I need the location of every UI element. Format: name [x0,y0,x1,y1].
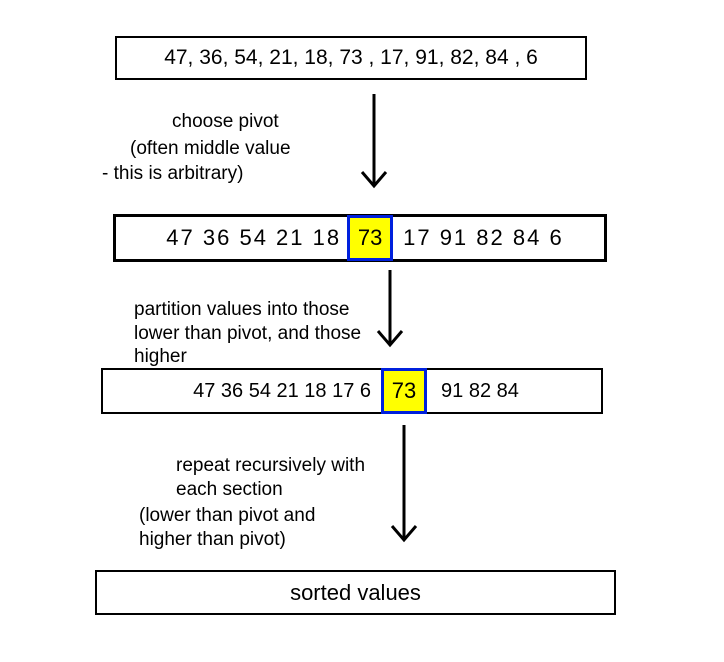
step1-label-line1: choose pivot [172,110,279,134]
pivot-array-left: 47 36 54 21 18 [156,225,341,251]
step2-label-text: partition values into those lower than p… [134,299,361,368]
initial-array-box: 47, 36, 54, 21, 18, 73 , 17, 91, 82, 84 … [115,36,587,80]
arrow1-icon [354,86,394,206]
pivot-cell: 73 [347,215,393,261]
pivot-array-right: 17 91 82 84 6 [399,225,564,251]
step1-label-line3: - this is arbitrary) [102,162,243,186]
initial-array-text: 47, 36, 54, 21, 18, 73 , 17, 91, 82, 84 … [164,46,538,70]
step3-label-text2: (lower than pivot and higher than pivot) [139,505,315,550]
step2-label: partition values into those lower than p… [134,274,361,369]
pivot-cell-partitioned: 73 [381,368,427,414]
partition-right: 91 82 84 [437,380,519,403]
pivot-array-box: 47 36 54 21 18 73 17 91 82 84 6 [113,214,607,262]
sorted-values-box: sorted values [95,570,616,615]
pivot-value-partitioned: 73 [392,378,416,404]
partition-left: 47 36 54 21 18 17 6 [185,380,371,403]
arrow3-icon [384,420,424,560]
step1-label-line2: (often middle value [130,137,291,161]
sorted-values-text: sorted values [290,580,421,606]
partitioned-array-box: 47 36 54 21 18 17 6 73 91 82 84 [101,368,603,414]
step3-label-line2: (lower than pivot and higher than pivot) [139,480,315,551]
arrow2-icon [370,265,410,360]
pivot-value: 73 [358,225,382,251]
